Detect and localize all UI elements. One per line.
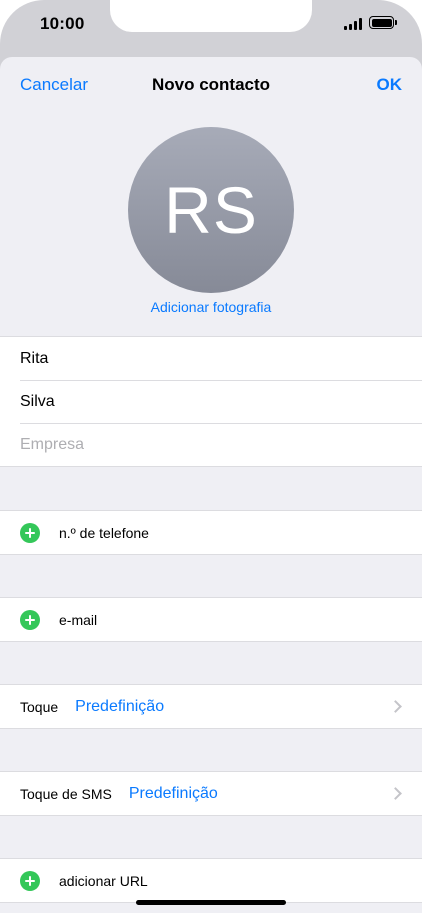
avatar[interactable]: RS	[128, 127, 294, 293]
status-bar: 10:00	[0, 0, 422, 50]
ringtone-label: Toque	[20, 698, 59, 715]
done-button[interactable]: OK	[377, 75, 403, 95]
ringtone-group: Toque Predefinição	[0, 684, 422, 729]
status-time: 10:00	[40, 14, 85, 33]
add-email-row[interactable]: e-mail	[0, 598, 422, 641]
add-photo-link[interactable]: Adicionar fotografia	[0, 299, 422, 315]
add-icon[interactable]	[20, 609, 40, 630]
text-tone-row[interactable]: Toque de SMS Predefinição	[0, 772, 422, 815]
add-email-label: e-mail	[59, 611, 98, 628]
phone-screen: 10:00 Cancelar Novo contacto OK RS Adici…	[0, 0, 422, 913]
phone-group: n.º de telefone	[0, 510, 422, 555]
last-name-value: Silva	[20, 392, 55, 410]
chevron-right-icon	[389, 787, 402, 800]
new-contact-sheet: Cancelar Novo contacto OK RS Adicionar f…	[0, 57, 422, 913]
chevron-right-icon	[389, 700, 402, 713]
ringtone-value: Predefinição	[75, 697, 165, 715]
name-fields-group: Rita Silva Empresa	[0, 336, 422, 467]
add-phone-label: n.º de telefone	[59, 524, 149, 541]
ringtone-row[interactable]: Toque Predefinição	[0, 685, 422, 728]
text-tone-value: Predefinição	[128, 784, 218, 802]
url-group: adicionar URL	[0, 858, 422, 903]
navigation-bar: Cancelar Novo contacto OK	[0, 57, 422, 113]
add-url-row[interactable]: adicionar URL	[0, 859, 422, 902]
add-icon[interactable]	[20, 522, 40, 543]
avatar-initials: RS	[164, 173, 258, 247]
text-tone-label: Toque de SMS	[20, 785, 112, 802]
text-tone-group: Toque de SMS Predefinição	[0, 771, 422, 816]
first-name-field[interactable]: Rita	[0, 337, 422, 380]
first-name-value: Rita	[20, 349, 49, 367]
company-placeholder: Empresa	[20, 435, 85, 453]
signal-icon	[344, 18, 364, 30]
home-indicator[interactable]	[136, 900, 286, 905]
page-title: Novo contacto	[151, 75, 271, 94]
company-field[interactable]: Empresa	[0, 423, 422, 466]
add-phone-row[interactable]: n.º de telefone	[0, 511, 422, 554]
last-name-field[interactable]: Silva	[0, 380, 422, 423]
add-icon[interactable]	[20, 870, 40, 891]
email-group: e-mail	[0, 597, 422, 642]
notch	[110, 0, 312, 32]
battery-icon	[369, 16, 397, 29]
add-url-label: adicionar URL	[59, 872, 148, 889]
